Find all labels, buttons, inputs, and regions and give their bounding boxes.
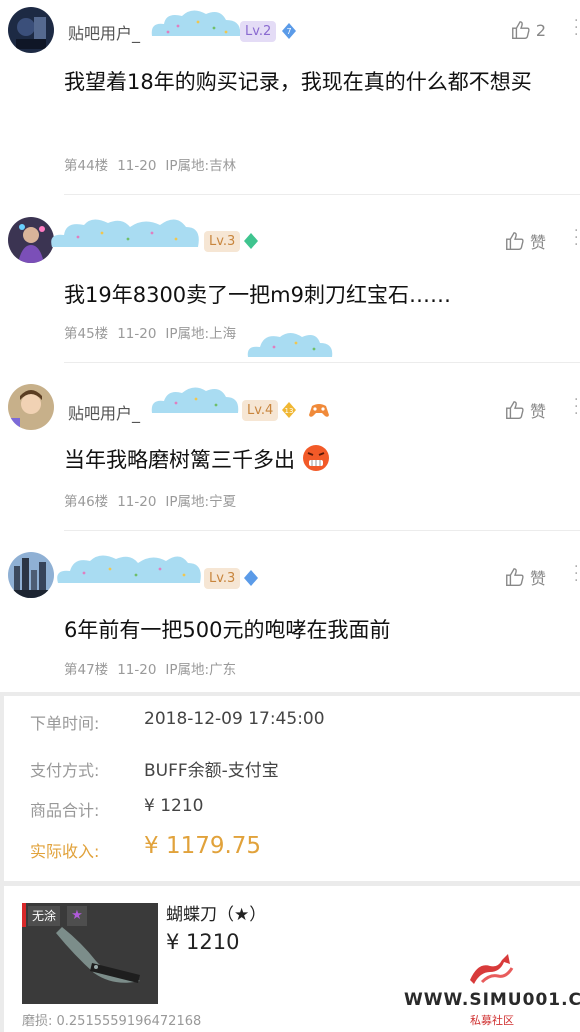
order-time-value: 2018-12-09 17:45:00 <box>144 709 325 729</box>
comment-item: Lv.3 赞 · · · 我19年8300卖了一把m9刺刀红宝石…… 第45楼 11-… <box>0 195 580 363</box>
comment-meta: 第47楼 11-20 IP属地:广东 <box>64 658 245 678</box>
ip-location: IP属地:上海 <box>165 326 237 342</box>
angry-face-emoji-icon <box>302 445 329 471</box>
like-button[interactable]: 赞 <box>504 398 546 422</box>
watermark: WWW.SIMU001.CN 私募社区 <box>404 950 580 1032</box>
diamond-icon <box>244 570 258 586</box>
badge-number: 13 <box>285 407 294 415</box>
comment-text: 我19年8300卖了一把m9刺刀红宝石…… <box>64 283 451 307</box>
item-thumbnail[interactable]: 无涂 ★ <box>22 903 158 1004</box>
level-badge: Lv.2 <box>240 21 277 42</box>
level-badge: Lv.3 <box>204 231 241 252</box>
comment-item: 贴吧用户_ Lv.2 7 2 · · · 我望着18年的购买记录，我现在真的什么都不… <box>0 0 580 195</box>
crown-badge-icon: 13 <box>282 402 296 418</box>
finish-tag: 无涂 <box>28 906 61 926</box>
more-options-icon[interactable]: · · · <box>574 393 580 421</box>
gem-icon <box>244 233 258 249</box>
ip-location: IP属地:吉林 <box>165 158 237 174</box>
actual-income-label: 实际收入: <box>30 842 100 861</box>
floor-number: 第47楼 <box>64 662 109 678</box>
post-date: 11-20 <box>117 158 157 174</box>
rarity-bar <box>22 903 26 927</box>
comment-item: 贴吧用户_ Lv.4 13 赞 · · · 当年我略磨树篱三千多出 第46楼 11-2… <box>0 363 580 531</box>
redaction-scribble <box>247 333 333 357</box>
comment-meta: 第45楼 11-20 IP属地:上海 <box>64 322 245 342</box>
username[interactable]: 贴吧用户_ <box>68 20 140 44</box>
like-button[interactable]: 赞 <box>504 565 546 589</box>
level-badge: Lv.4 <box>242 400 279 421</box>
more-options-icon[interactable]: · · · <box>574 560 580 588</box>
watermark-subtext: 私募社区 <box>470 1014 514 1027</box>
comment-meta: 第46楼 11-20 IP属地:宁夏 <box>64 490 245 510</box>
item-price: ¥ 1210 <box>166 930 240 954</box>
comment-item: Lv.3 赞 · · · 6年前有一把500元的咆哮在我面前 第47楼 11-20 IP… <box>0 531 580 692</box>
more-options-icon[interactable]: · · · <box>574 14 580 42</box>
post-date: 11-20 <box>117 662 157 678</box>
ip-location: IP属地:宁夏 <box>165 494 237 510</box>
order-time-label: 下单时间: <box>30 714 100 733</box>
item-name: 蝴蝶刀（★） <box>166 905 267 925</box>
like-button[interactable]: 2 <box>510 19 546 41</box>
like-button[interactable]: 赞 <box>504 229 546 253</box>
floor-number: 第46楼 <box>64 494 109 510</box>
redaction-scribble <box>151 10 241 36</box>
diamond-icon: 7 <box>282 23 296 39</box>
star-tag: ★ <box>67 906 87 926</box>
more-options-icon[interactable]: · · · <box>574 224 580 252</box>
redaction-scribble <box>51 219 199 247</box>
like-count: 2 <box>535 20 546 40</box>
avatar[interactable] <box>8 384 54 430</box>
level-badge: Lv.3 <box>204 568 241 589</box>
avatar[interactable] <box>8 7 54 53</box>
watermark-text: WWW.SIMU001.CN <box>404 990 580 1010</box>
avatar[interactable] <box>8 552 54 598</box>
ip-location: IP属地:广东 <box>165 662 237 678</box>
redaction-scribble <box>151 387 239 413</box>
floor-number: 第44楼 <box>64 158 109 174</box>
gamepad-icon <box>309 404 329 417</box>
thumbs-up-icon <box>506 232 524 250</box>
logo-icon <box>470 954 514 984</box>
comment-text: 当年我略磨树篱三千多出 <box>64 442 570 479</box>
like-label: 赞 <box>529 402 546 421</box>
redaction-scribble <box>57 555 201 583</box>
item-wear: 磨损: 0.2515559196472168 <box>22 1014 202 1029</box>
comment-text-body: 当年我略磨树篱三千多出 <box>64 448 295 472</box>
order-details-panel: 下单时间: 2018-12-09 17:45:00 支付方式: BUFF余额-支… <box>4 696 580 881</box>
comment-text: 6年前有一把500元的咆哮在我面前 <box>64 618 391 642</box>
payment-method-label: 支付方式: <box>30 761 100 780</box>
like-label: 赞 <box>529 569 546 588</box>
thumbs-up-icon <box>506 568 524 586</box>
floor-number: 第45楼 <box>64 326 109 342</box>
post-date: 11-20 <box>117 494 157 510</box>
svg-text:7: 7 <box>286 27 291 36</box>
thumbs-up-icon <box>506 401 524 419</box>
comment-list: 贴吧用户_ Lv.2 7 2 · · · 我望着18年的购买记录，我现在真的什么都不… <box>0 0 580 692</box>
goods-total-value: ¥ 1210 <box>144 796 204 816</box>
username[interactable]: 贴吧用户_ <box>68 400 140 424</box>
actual-income-value: ¥ 1179.75 <box>144 833 262 859</box>
post-date: 11-20 <box>117 326 157 342</box>
like-label: 赞 <box>529 233 546 252</box>
goods-total-label: 商品合计: <box>30 801 100 820</box>
comment-text: 我望着18年的购买记录，我现在真的什么都不想买 <box>64 70 532 94</box>
comment-meta: 第44楼 11-20 IP属地:吉林 <box>64 154 245 174</box>
thumbs-up-icon <box>511 21 530 39</box>
payment-method-value: BUFF余额-支付宝 <box>144 761 279 781</box>
